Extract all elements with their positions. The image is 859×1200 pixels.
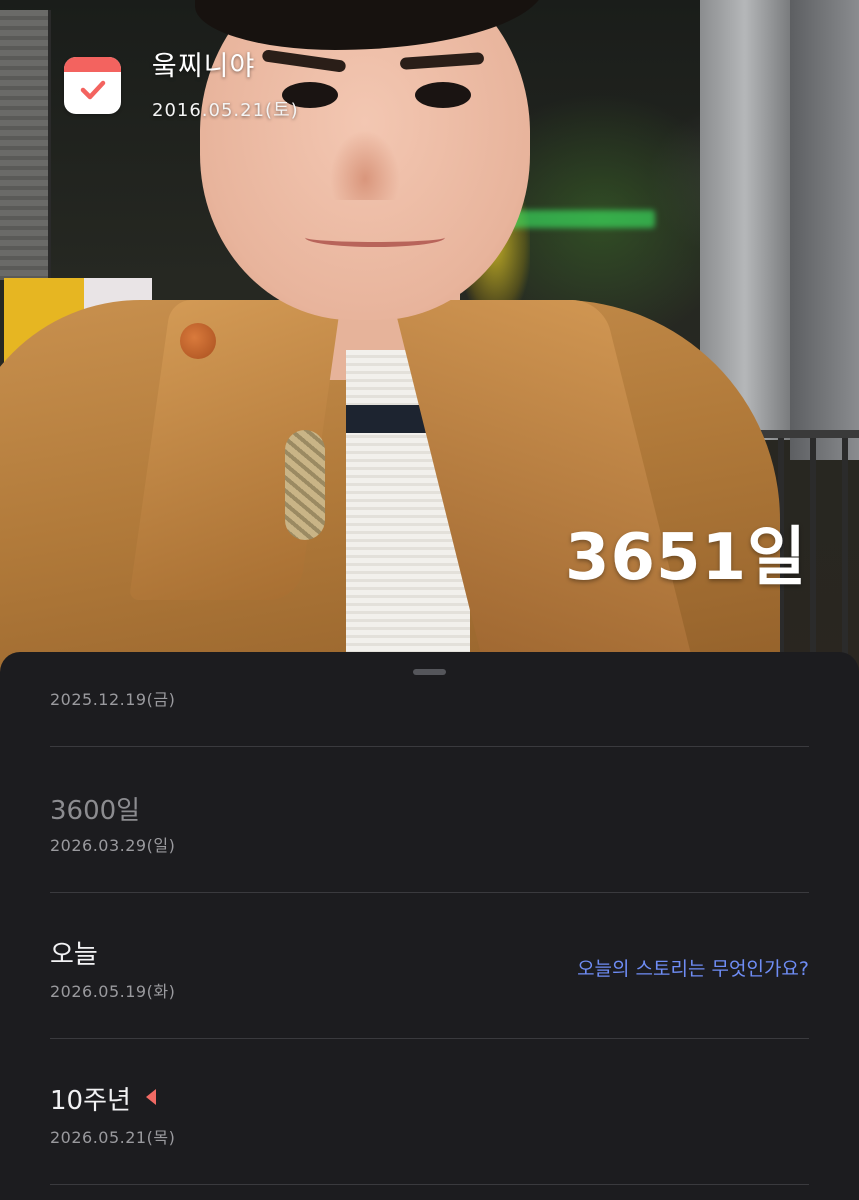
- sheet-drag-handle[interactable]: [413, 669, 446, 675]
- milestone-label: 3600일: [50, 796, 141, 826]
- milestone-date: 2026.05.21(목): [50, 1128, 176, 1147]
- today-story-link[interactable]: 오늘의 스토리는 무엇인가요?: [577, 954, 809, 981]
- divider: [50, 1184, 809, 1185]
- divider: [50, 746, 809, 747]
- photo-coat-button: [180, 323, 216, 359]
- milestone-label: 10주년: [50, 1086, 131, 1116]
- photo-mouth: [305, 228, 445, 247]
- milestone-date: 2026.05.19(화): [50, 982, 176, 1001]
- divider: [50, 892, 809, 893]
- background-building: [0, 10, 51, 280]
- milestone-label: 오늘: [50, 940, 98, 970]
- check-heart-icon: [80, 80, 106, 100]
- photo-eye: [415, 82, 471, 108]
- milestone-sheet[interactable]: 2025.12.19(금) 3600일 2026.03.29(일) 오늘 202…: [0, 652, 859, 1200]
- milestone-date: 2025.12.19(금): [50, 690, 176, 709]
- milestone-date: 2026.03.29(일): [50, 836, 176, 855]
- photo-rope: [285, 430, 325, 540]
- calendar-check-icon[interactable]: [64, 57, 121, 114]
- flag-icon: [146, 1089, 156, 1105]
- background-neon-sign: [505, 210, 655, 228]
- background-pillar: [790, 0, 859, 460]
- divider: [50, 1038, 809, 1039]
- start-date: 2016.05.21(토): [152, 100, 299, 121]
- anniversary-title[interactable]: 웈찌니야: [152, 44, 255, 83]
- day-count: 3651일: [564, 521, 807, 595]
- photo-nose: [330, 130, 400, 200]
- calendar-band: [64, 57, 121, 72]
